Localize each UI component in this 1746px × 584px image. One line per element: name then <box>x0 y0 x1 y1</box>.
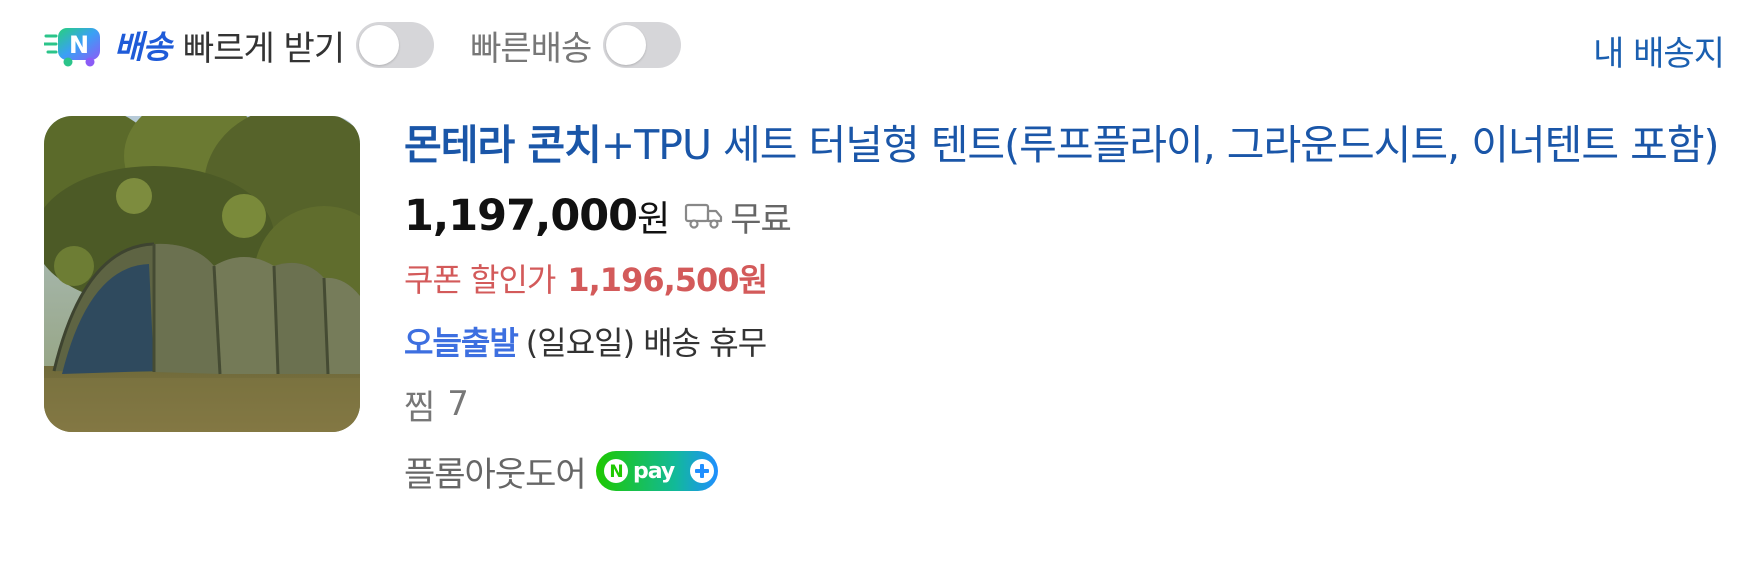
fast-delivery-toggle[interactable] <box>603 22 682 68</box>
coupon-price: 1,196,500원 <box>567 261 768 299</box>
product-title-brand: 몬테라 콘치 <box>404 121 602 169</box>
svg-text:pay: pay <box>633 459 675 484</box>
today-dispatch-label: 오늘출발 <box>404 324 519 362</box>
product-image[interactable] <box>44 116 360 432</box>
n-delivery-label: 배송 <box>114 28 172 66</box>
n-delivery-badge: N 배송 <box>44 20 172 70</box>
product-title[interactable]: 몬테라 콘치+TPU 세트 터널형 텐트(루프플라이, 그라운드시트, 이너텐트… <box>404 116 1724 174</box>
fast-receive-label: 빠르게 받기 <box>182 28 345 69</box>
today-dispatch-row: 오늘출발 (일요일) 배송 휴무 <box>404 316 1724 366</box>
coupon-price-row: 쿠폰 할인가 1,196,500원 <box>404 254 1724 302</box>
toggle-knob <box>606 25 647 65</box>
npay-plus-icon: N pay <box>595 451 718 491</box>
n-delivery-truck-icon: N <box>44 28 100 67</box>
coupon-label: 쿠폰 할인가 <box>404 261 556 299</box>
wishlist-row: 찜 7 <box>404 378 1724 430</box>
seller-row: 플롬아웃도어 N pay <box>404 442 1724 500</box>
product-price: 1,197,000 <box>404 191 638 241</box>
my-address-link[interactable]: 내 배송지 <box>1593 26 1725 75</box>
toggle-knob <box>359 25 400 65</box>
shipping-fee: 무료 <box>730 199 792 240</box>
fast-receive-toggle[interactable] <box>356 22 435 68</box>
truck-icon <box>685 203 723 229</box>
wishlist-count: 7 <box>447 384 469 424</box>
price-unit: 원 <box>637 199 671 240</box>
wishlist-label: 찜 <box>404 387 436 428</box>
product-card[interactable]: 몬테라 콘치+TPU 세트 터널형 텐트(루프플라이, 그라운드시트, 이너텐트… <box>44 116 1724 566</box>
fast-delivery-label: 빠른배송 <box>470 28 592 69</box>
svg-text:N: N <box>69 31 89 59</box>
svg-text:N: N <box>609 462 622 482</box>
product-info: 몬테라 콘치+TPU 세트 터널형 텐트(루프플라이, 그라운드시트, 이너텐트… <box>404 116 1724 500</box>
delivery-filter-bar: N 배송 빠르게 받기 빠른배송 내 배송지 <box>44 12 1725 78</box>
today-dispatch-detail: (일요일) 배송 휴무 <box>525 324 767 362</box>
tent-photo <box>44 116 360 432</box>
product-title-rest: +TPU 세트 터널형 텐트(루프플라이, 그라운드시트, 이너텐트 포함) <box>600 121 1720 169</box>
seller-name[interactable]: 플롬아웃도어 <box>404 447 587 496</box>
price-row: 1,197,000 원 무료 <box>404 188 1724 244</box>
